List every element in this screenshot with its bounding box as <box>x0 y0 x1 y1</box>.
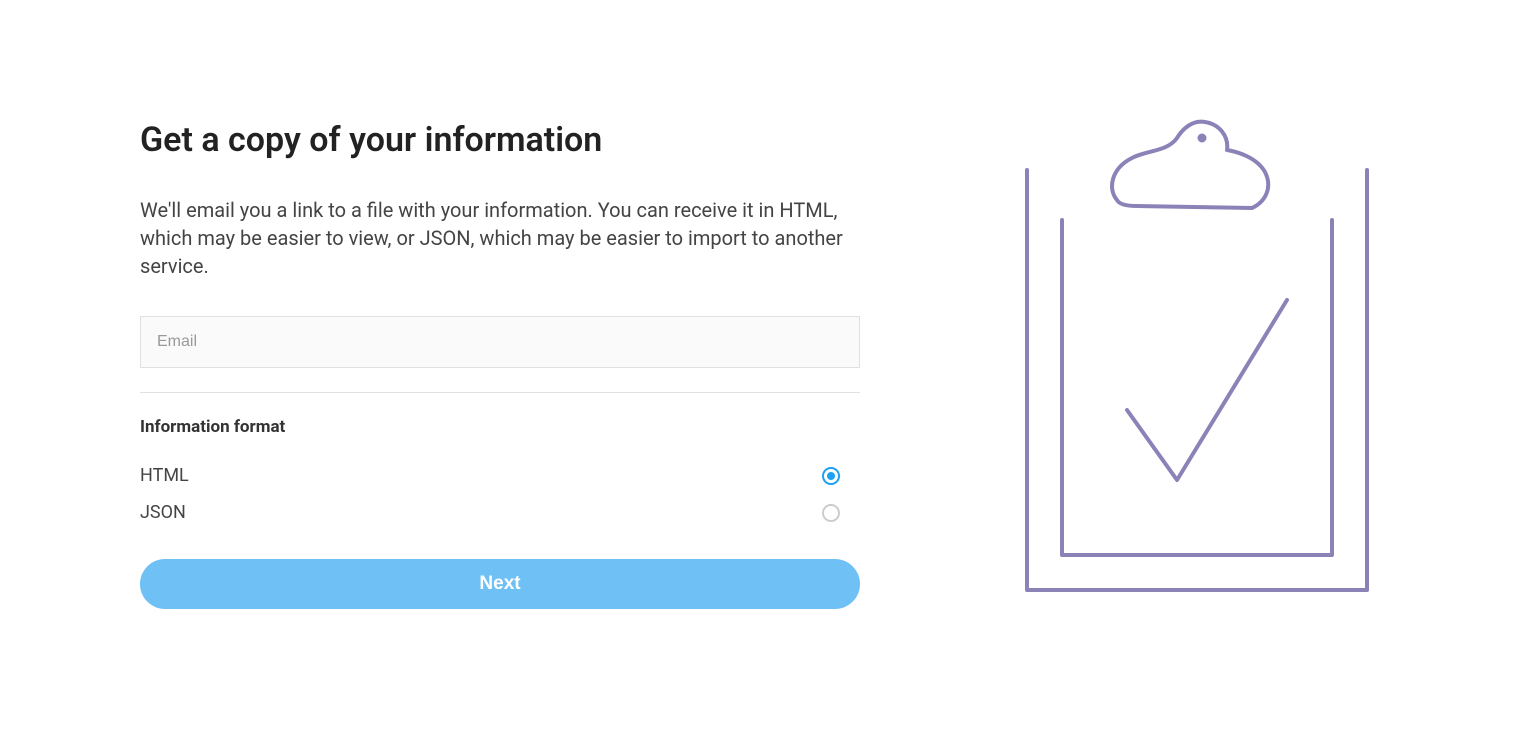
email-input[interactable] <box>140 316 860 368</box>
format-option-html-label: HTML <box>140 465 189 486</box>
format-option-json[interactable]: JSON <box>140 494 840 531</box>
clipboard-check-icon <box>1007 100 1387 600</box>
format-option-html[interactable]: HTML <box>140 457 840 494</box>
page-description: We'll email you a link to a file with yo… <box>140 196 860 280</box>
format-option-json-label: JSON <box>140 502 186 523</box>
radio-selected-icon <box>822 467 840 485</box>
format-section-label: Information format <box>140 417 870 437</box>
radio-unselected-icon <box>822 504 840 522</box>
next-button[interactable]: Next <box>140 559 860 609</box>
divider <box>140 392 860 393</box>
page-title: Get a copy of your information <box>140 120 870 160</box>
